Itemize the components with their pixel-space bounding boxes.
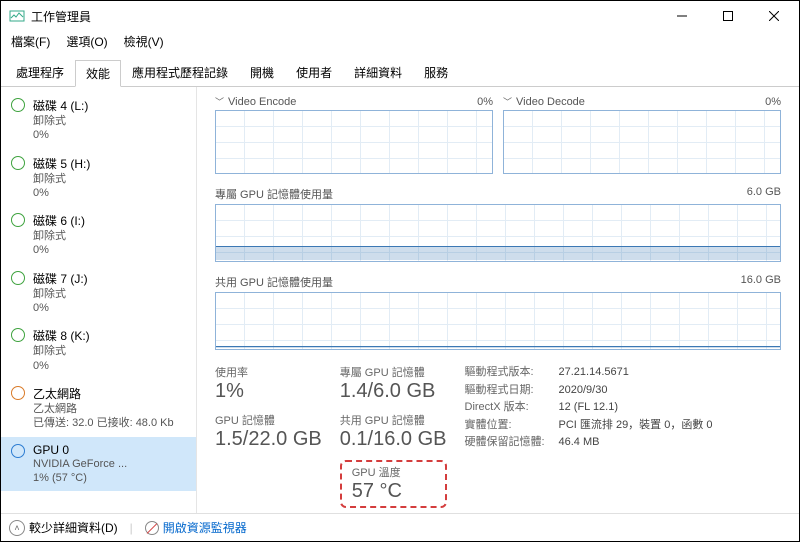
chart-dedicated-gpu-mem[interactable]: 專屬 GPU 記憶體使用量 6.0 GB — [215, 186, 781, 262]
menubar: 檔案(F) 選項(O) 檢視(V) — [1, 31, 799, 51]
chart-max: 16.0 GB — [741, 274, 781, 290]
chart-graph — [503, 110, 781, 174]
stat-dedicated-label: 專屬 GPU 記憶體 — [340, 364, 447, 380]
chart-graph — [215, 292, 781, 350]
sidebar-item-disk7[interactable]: 磁碟 7 (J:) 卸除式 0% — [1, 264, 196, 322]
menu-options[interactable]: 選項(O) — [58, 31, 115, 51]
stat-gpumem-value: 1.5/22.0 GB — [215, 428, 322, 450]
status-dot-icon — [11, 386, 25, 400]
status-dot-icon — [11, 156, 25, 170]
chart-title: Video Decode — [516, 96, 585, 108]
tab-users[interactable]: 使用者 — [285, 59, 343, 86]
tab-performance[interactable]: 效能 — [75, 60, 121, 87]
status-dot-icon — [11, 213, 25, 227]
chart-pct: 0% — [477, 96, 493, 108]
chart-title: Video Encode — [228, 96, 296, 108]
sidebar-item-disk6[interactable]: 磁碟 6 (I:) 卸除式 0% — [1, 206, 196, 264]
sidebar-item-disk8[interactable]: 磁碟 8 (K:) 卸除式 0% — [1, 321, 196, 379]
gpu-temp-highlight: GPU 溫度 57 °C — [340, 460, 447, 508]
chevron-down-icon[interactable]: ﹀ — [503, 95, 512, 108]
chart-pct: 0% — [765, 96, 781, 108]
sidebar-item-sub: 卸除式 — [33, 114, 88, 128]
chart-graph — [215, 204, 781, 262]
stat-usage-label: 使用率 — [215, 364, 322, 380]
sidebar[interactable]: 磁碟 4 (L:) 卸除式 0% 磁碟 5 (H:) 卸除式 0% 磁碟 6 (… — [1, 87, 197, 513]
menu-file[interactable]: 檔案(F) — [3, 31, 58, 51]
footer: ˄ 較少詳細資料(D) | 開啟資源監視器 — [1, 513, 799, 541]
chart-video-decode[interactable]: ﹀ Video Decode 0% — [503, 95, 781, 174]
sidebar-item-disk4[interactable]: 磁碟 4 (L:) 卸除式 0% — [1, 91, 196, 149]
stat-gpumem-label: GPU 記憶體 — [215, 412, 322, 428]
stat-shared-value: 0.1/16.0 GB — [340, 428, 447, 450]
tab-startup[interactable]: 開機 — [239, 59, 285, 86]
separator: | — [130, 521, 133, 535]
status-dot-icon — [11, 98, 25, 112]
chart-max: 6.0 GB — [747, 186, 781, 202]
gpu-info-table: 驅動程式版本:27.21.14.5671 驅動程式日期:2020/9/30 Di… — [465, 364, 713, 508]
status-dot-icon — [11, 328, 25, 342]
chart-shared-gpu-mem[interactable]: 共用 GPU 記憶體使用量 16.0 GB — [215, 274, 781, 350]
chevron-up-icon: ˄ — [9, 520, 25, 536]
chevron-down-icon[interactable]: ﹀ — [215, 95, 224, 108]
titlebar: 工作管理員 — [1, 1, 799, 31]
tab-processes[interactable]: 處理程序 — [5, 59, 75, 86]
sidebar-item-name: 磁碟 5 (H:) — [33, 155, 90, 172]
tabbar: 處理程序 效能 應用程式歷程記錄 開機 使用者 詳細資料 服務 — [1, 55, 799, 87]
stat-temp-value: 57 °C — [352, 480, 435, 502]
stat-usage-value: 1% — [215, 380, 322, 402]
sidebar-item-sub2: 0% — [33, 128, 88, 142]
chart-graph — [215, 110, 493, 174]
sidebar-item-gpu0[interactable]: GPU 0 NVIDIA GeForce ... 1% (57 °C) — [1, 437, 196, 492]
chart-title: 共用 GPU 記憶體使用量 — [215, 274, 333, 290]
fewer-details-button[interactable]: ˄ 較少詳細資料(D) — [9, 519, 118, 536]
content: ﹀ Video Encode 0% ﹀ Video Decode 0% 專屬 G… — [197, 87, 799, 513]
menu-view[interactable]: 檢視(V) — [116, 31, 172, 51]
maximize-button[interactable] — [705, 1, 751, 31]
sidebar-item-disk5[interactable]: 磁碟 5 (H:) 卸除式 0% — [1, 149, 196, 207]
chart-video-encode[interactable]: ﹀ Video Encode 0% — [215, 95, 493, 174]
status-dot-icon — [11, 444, 25, 458]
status-dot-icon — [11, 271, 25, 285]
chart-title: 專屬 GPU 記憶體使用量 — [215, 186, 333, 202]
close-button[interactable] — [751, 1, 797, 31]
sidebar-item-ethernet[interactable]: 乙太網路 乙太網路 已傳送: 32.0 已接收: 48.0 Kb — [1, 379, 196, 437]
sidebar-item-name: 磁碟 4 (L:) — [33, 97, 88, 114]
stat-temp-label: GPU 溫度 — [352, 464, 435, 480]
resmon-icon — [145, 521, 159, 535]
open-resmon-link[interactable]: 開啟資源監視器 — [145, 519, 247, 536]
stat-shared-label: 共用 GPU 記憶體 — [340, 412, 447, 428]
stat-dedicated-value: 1.4/6.0 GB — [340, 380, 447, 402]
app-icon — [9, 8, 25, 24]
minimize-button[interactable] — [659, 1, 705, 31]
window-title: 工作管理員 — [31, 8, 659, 25]
tab-details[interactable]: 詳細資料 — [343, 59, 413, 86]
tab-app-history[interactable]: 應用程式歷程記錄 — [121, 59, 239, 86]
tab-services[interactable]: 服務 — [413, 59, 459, 86]
